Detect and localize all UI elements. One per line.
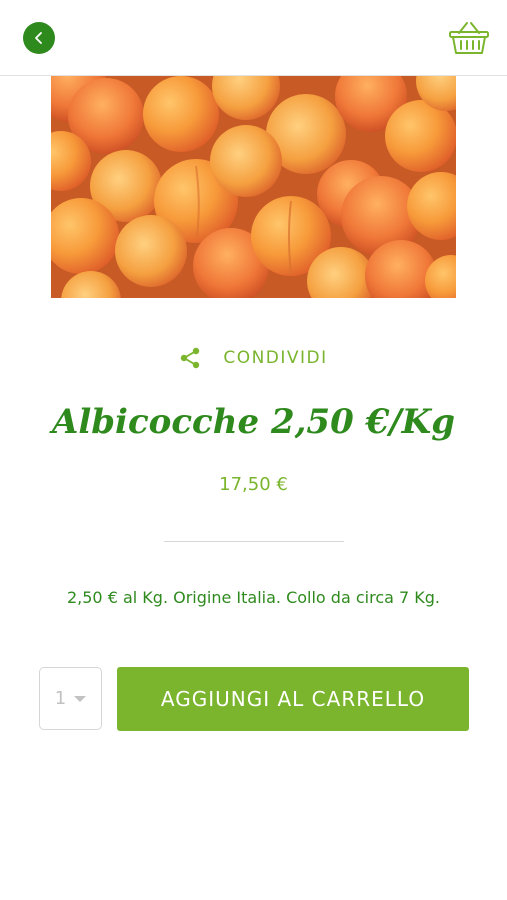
divider [164, 541, 344, 542]
share-button[interactable]: CONDIVIDI [0, 344, 507, 372]
basket-icon [449, 22, 489, 54]
product-title: Albicocche 2,50 €/Kg [51, 402, 455, 442]
apricots-photo [51, 76, 456, 298]
add-to-cart-button[interactable]: AGGIUNGI AL CARRELLO [117, 667, 469, 731]
chevron-left-icon [35, 32, 42, 44]
cart-button[interactable] [448, 20, 490, 56]
quantity-value: 1 [54, 688, 67, 709]
share-icon [181, 347, 200, 369]
product-description: 2,50 € al Kg. Origine Italia. Collo da c… [66, 588, 440, 607]
back-button[interactable] [23, 22, 55, 54]
caret-down-icon [74, 695, 87, 702]
share-label: CONDIVIDI [223, 348, 328, 368]
product-price: 17,50 € [219, 474, 288, 495]
quantity-select[interactable]: 1 [39, 667, 102, 730]
top-bar [0, 0, 507, 76]
product-image [51, 76, 456, 298]
